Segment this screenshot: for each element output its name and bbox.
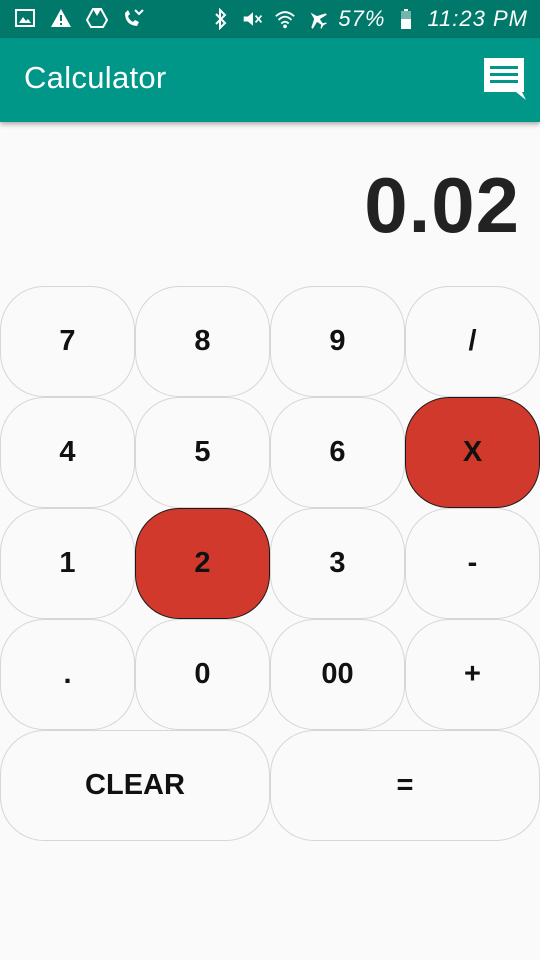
key-9[interactable]: 9: [270, 286, 405, 397]
status-left-icons: [14, 7, 144, 29]
battery-icon: [395, 7, 417, 31]
key-0[interactable]: 0: [135, 619, 270, 730]
mute-icon: [242, 7, 264, 31]
wifi-icon: [274, 7, 296, 31]
status-right-icons: 57% 11:23 PM: [210, 6, 528, 32]
equals-button[interactable]: =: [270, 730, 540, 841]
gallery-icon: [14, 7, 36, 29]
key-1[interactable]: 1: [0, 508, 135, 619]
chat-icon: [482, 56, 526, 105]
key-decimal[interactable]: .: [0, 619, 135, 730]
clear-button[interactable]: CLEAR: [0, 730, 270, 841]
key-5[interactable]: 5: [135, 397, 270, 508]
drive-icon: [86, 7, 108, 29]
battery-percent: 57%: [338, 6, 386, 31]
key-subtract[interactable]: -: [405, 508, 540, 619]
bluetooth-icon: [210, 7, 232, 31]
app-title: Calculator: [24, 60, 167, 95]
key-2[interactable]: 2: [135, 508, 270, 619]
key-6[interactable]: 6: [270, 397, 405, 508]
key-8[interactable]: 8: [135, 286, 270, 397]
status-bar: 57% 11:23 PM: [0, 0, 540, 38]
key-4[interactable]: 4: [0, 397, 135, 508]
key-3[interactable]: 3: [270, 508, 405, 619]
chat-button[interactable]: [480, 56, 528, 104]
key-7[interactable]: 7: [0, 286, 135, 397]
clock-time: 11:23 PM: [427, 6, 528, 31]
key-add[interactable]: +: [405, 619, 540, 730]
airplane-icon: [306, 7, 328, 31]
result-display: 0.02: [364, 161, 520, 249]
key-multiply[interactable]: X: [405, 397, 540, 508]
key-double-zero[interactable]: 00: [270, 619, 405, 730]
key-divide[interactable]: /: [405, 286, 540, 397]
missed-call-icon: [122, 7, 144, 29]
warning-icon: [50, 7, 72, 29]
app-bar: Calculator: [0, 38, 540, 122]
